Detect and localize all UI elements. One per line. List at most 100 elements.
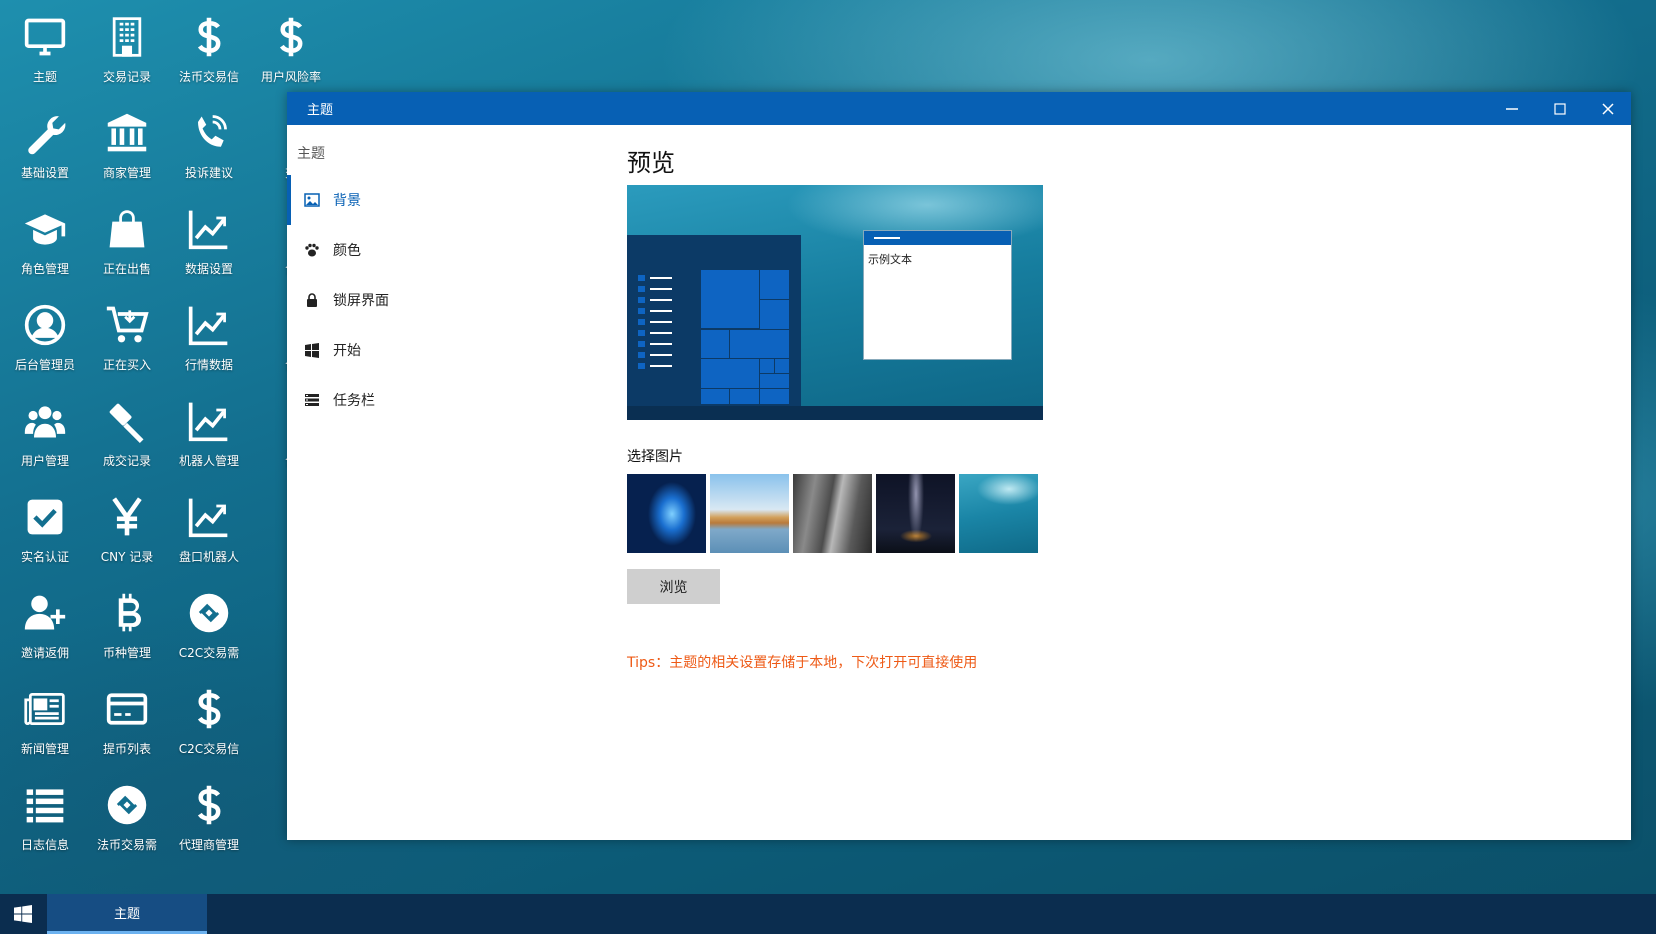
exchange-circle-icon [184, 588, 234, 638]
bitcoin-icon [102, 588, 152, 638]
desktop-icon-admin[interactable]: 后台管理员 [0, 288, 90, 378]
dollar-icon [184, 780, 234, 830]
preview-sample-text: 示例文本 [868, 253, 912, 266]
settings-sidebar: 主题 背景 颜色 锁屏界面 开始 任务栏 [287, 125, 587, 840]
wallpaper-thumb-rock-wall[interactable] [793, 474, 872, 553]
dollar-icon [184, 684, 234, 734]
desktop-icon-complaints[interactable]: 投诉建议 [164, 96, 254, 186]
desktop-icon-selling[interactable]: 正在出售 [82, 192, 172, 282]
tips-text: Tips：主题的相关设置存储于本地，下次打开可直接使用 [627, 655, 978, 671]
taskbar: 主题 [0, 894, 1656, 934]
wallpaper-thumb-night-sky[interactable] [876, 474, 955, 553]
maximize-button[interactable] [1537, 92, 1583, 125]
sidebar-item-lock-screen[interactable]: 锁屏界面 [287, 275, 587, 325]
wallpaper-thumb-windows[interactable] [627, 474, 706, 553]
desktop-icon-c2c-info[interactable]: C2C交易信 [164, 672, 254, 762]
dollar-icon [184, 12, 234, 62]
lock-icon [303, 291, 321, 309]
desktop-icon-deal-records[interactable]: 成交记录 [82, 384, 172, 474]
monitor-icon [20, 12, 70, 62]
check-square-icon [20, 492, 70, 542]
chart-line-icon [184, 204, 234, 254]
desktop-icon-c2c-demand[interactable]: C2C交易需 [164, 576, 254, 666]
desktop-icon-fiat-trade-info[interactable]: 法币交易信 [164, 0, 254, 90]
choose-image-heading: 选择图片 [627, 449, 683, 465]
close-icon [1602, 102, 1614, 115]
paw-icon [303, 241, 321, 259]
phone-icon [184, 108, 234, 158]
yen-icon [102, 492, 152, 542]
gavel-icon [102, 396, 152, 446]
credit-card-icon [102, 684, 152, 734]
window-title: 主题 [307, 103, 334, 118]
bank-icon [102, 108, 152, 158]
newspaper-icon [20, 684, 70, 734]
desktop-icon-user-management[interactable]: 用户管理 [0, 384, 90, 474]
cart-icon [102, 300, 152, 350]
list-icon [20, 780, 70, 830]
minimize-icon [1506, 107, 1518, 110]
desktop-icon-fiat-demand[interactable]: 法币交易需 [82, 768, 172, 858]
dollar-icon [266, 12, 316, 62]
desktop-icon-cny-records[interactable]: CNY 记录 [82, 480, 172, 570]
desktop-icon-robot-management[interactable]: 机器人管理 [164, 384, 254, 474]
wallpaper-thumb-sea-rocks[interactable] [710, 474, 789, 553]
desktop-icon-theme[interactable]: 主题 [0, 0, 90, 90]
users-icon [20, 396, 70, 446]
graduation-cap-icon [20, 204, 70, 254]
sidebar-item-start[interactable]: 开始 [287, 325, 587, 375]
theme-preview: 示例文本 [627, 185, 1043, 420]
desktop-icon-withdraw-list[interactable]: 提币列表 [82, 672, 172, 762]
taskbar-item-theme[interactable]: 主题 [47, 894, 207, 934]
desktop-icon-basic-settings[interactable]: 基础设置 [0, 96, 90, 186]
shopping-bag-icon [102, 204, 152, 254]
desktop-icon-coin-management[interactable]: 币种管理 [82, 576, 172, 666]
desktop-icon-orderbook-robot[interactable]: 盘口机器人 [164, 480, 254, 570]
settings-main: 预览 示例文本 选择图片 浏览 Tips：主题的相关设置存储于本地，下次打开可直… [627, 125, 1631, 840]
desktop-icon-market-data[interactable]: 行情数据 [164, 288, 254, 378]
desktop-icon-logs[interactable]: 日志信息 [0, 768, 90, 858]
maximize-icon [1554, 102, 1566, 115]
wallpaper-thumb-underwater[interactable] [959, 474, 1038, 553]
desktop-icon-data-settings[interactable]: 数据设置 [164, 192, 254, 282]
preview-start-tiles [700, 269, 790, 405]
desktop-icon-real-name-auth[interactable]: 实名认证 [0, 480, 90, 570]
chart-line-icon [184, 492, 234, 542]
desktop-icon-trade-records[interactable]: 交易记录 [82, 0, 172, 90]
image-icon [303, 191, 321, 209]
theme-window: 主题 主题 背景 颜色 锁屏界面 开始 任务栏 预览 示例文本 选择图片 浏览 … [287, 92, 1631, 840]
sidebar-item-label: 开始 [333, 343, 361, 359]
desktop-icons: 主题 基础设置 角色管理 后台管理员 用户管理 实名认证 邀请返佣 新闻管理 日… [0, 0, 321, 890]
chart-line-icon [184, 300, 234, 350]
browse-button[interactable]: 浏览 [627, 569, 720, 604]
desktop-icon-buying[interactable]: 正在买入 [82, 288, 172, 378]
desktop-icon-news[interactable]: 新闻管理 [0, 672, 90, 762]
wrench-icon [20, 108, 70, 158]
start-button[interactable] [0, 894, 46, 934]
preview-sample-window: 示例文本 [863, 230, 1012, 360]
close-button[interactable] [1585, 92, 1631, 125]
wallpaper-thumbnails [627, 474, 1631, 553]
windows-icon [303, 341, 321, 359]
chart-line-icon [184, 396, 234, 446]
desktop-icon-user-risk-rate[interactable]: 用户风险率 [246, 0, 336, 90]
desktop-icon-role-management[interactable]: 角色管理 [0, 192, 90, 282]
sidebar-item-color[interactable]: 颜色 [287, 225, 587, 275]
sidebar-item-label: 锁屏界面 [333, 293, 389, 309]
sidebar-item-label: 任务栏 [333, 393, 375, 409]
minimize-button[interactable] [1489, 92, 1535, 125]
window-titlebar[interactable]: 主题 [287, 92, 1631, 125]
user-circle-icon [20, 300, 70, 350]
sidebar-item-taskbar[interactable]: 任务栏 [287, 375, 587, 425]
windows-icon [14, 905, 32, 923]
sidebar-title: 主题 [297, 146, 325, 162]
desktop-icon-merchant-management[interactable]: 商家管理 [82, 96, 172, 186]
preview-taskbar [627, 406, 1043, 420]
desktop-icon-agent-management[interactable]: 代理商管理 [164, 768, 254, 858]
sidebar-item-label: 颜色 [333, 243, 361, 259]
sidebar-item-background[interactable]: 背景 [287, 175, 587, 225]
preview-heading: 预览 [627, 149, 675, 177]
desktop-icon-invite-rebate[interactable]: 邀请返佣 [0, 576, 90, 666]
taskbar-icon [303, 391, 321, 409]
preview-start-list [638, 272, 672, 371]
